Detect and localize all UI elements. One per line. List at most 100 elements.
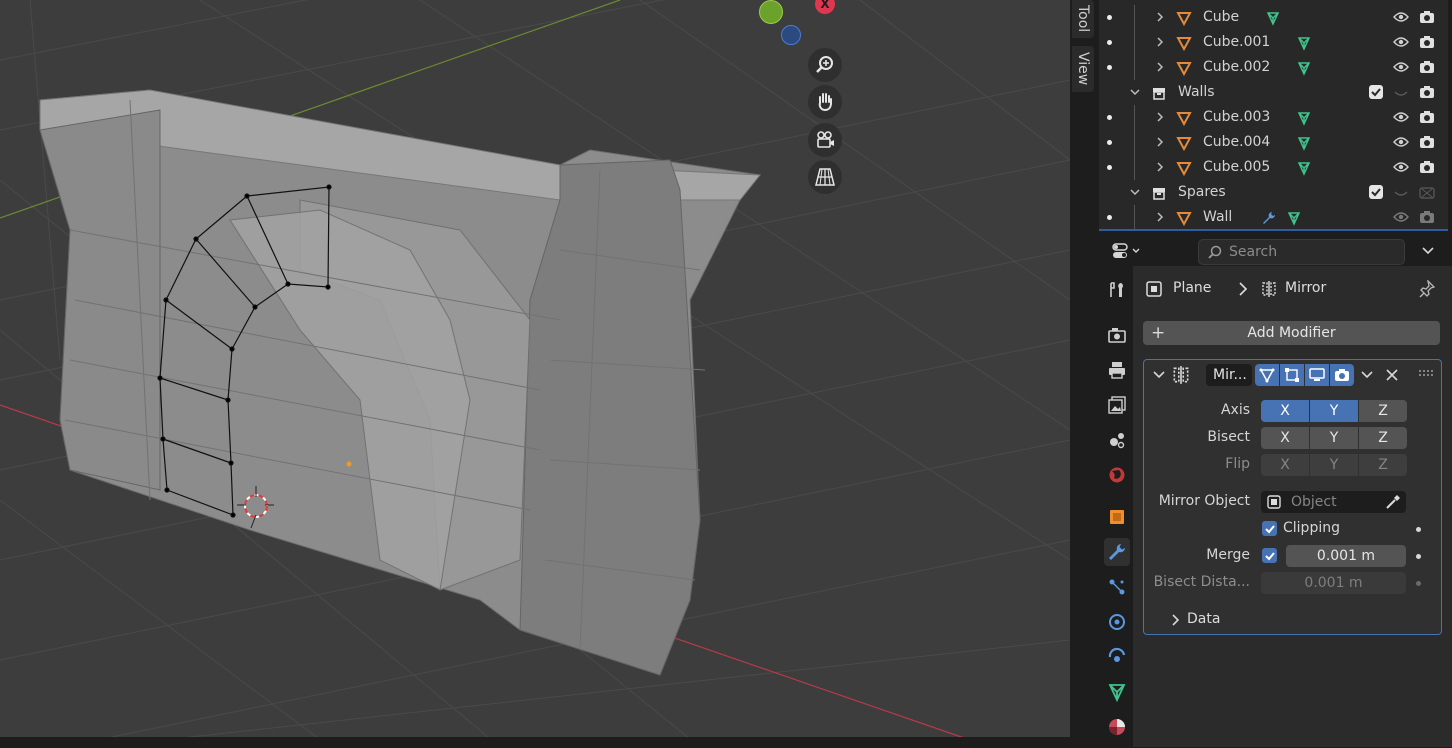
- chevron-right-icon[interactable]: [1154, 136, 1166, 148]
- perspective-toggle-button[interactable]: [808, 160, 842, 194]
- modifier-name-field[interactable]: Mir...: [1206, 364, 1252, 386]
- mesh-data-icon[interactable]: [1296, 60, 1312, 76]
- selection-dot[interactable]: [1107, 165, 1112, 170]
- edit-mode-toggle[interactable]: [1280, 364, 1304, 386]
- chevron-right-icon[interactable]: [1154, 36, 1166, 48]
- selection-dot[interactable]: [1107, 65, 1112, 70]
- selection-dot[interactable]: [1107, 115, 1112, 120]
- add-modifier-button[interactable]: + Add Modifier: [1143, 321, 1440, 345]
- bisect-distance-field[interactable]: 0.001 m: [1261, 572, 1406, 594]
- gizmo-z-ball[interactable]: [781, 25, 801, 45]
- eye-icon[interactable]: [1393, 36, 1409, 48]
- eye-icon[interactable]: [1393, 161, 1409, 173]
- bisect-z-toggle[interactable]: Z: [1359, 427, 1407, 449]
- chevron-down-icon[interactable]: [1129, 86, 1141, 98]
- tab-render[interactable]: [1104, 321, 1130, 349]
- selection-dot[interactable]: [1107, 40, 1112, 45]
- keyframe-dot[interactable]: [1416, 554, 1421, 559]
- close-icon[interactable]: [1385, 368, 1399, 382]
- clipping-checkbox[interactable]: [1262, 521, 1277, 536]
- tab-world[interactable]: [1104, 461, 1130, 489]
- flip-z-toggle[interactable]: Z: [1359, 454, 1407, 476]
- tab-view-layer[interactable]: [1104, 391, 1130, 419]
- tab-scene[interactable]: [1104, 426, 1130, 454]
- render-camera-icon[interactable]: [1419, 60, 1435, 74]
- outliner-row-cube-001[interactable]: Cube.001: [1099, 30, 1448, 55]
- outliner-row-spares[interactable]: Spares: [1099, 180, 1448, 205]
- keyframe-dot[interactable]: [1416, 527, 1421, 532]
- outliner-row-cube-005[interactable]: Cube.005: [1099, 155, 1448, 180]
- render-camera-icon[interactable]: [1419, 135, 1435, 149]
- mesh-data-icon[interactable]: [1296, 35, 1312, 51]
- tab-particles[interactable]: [1104, 573, 1130, 601]
- axis-x-toggle[interactable]: X: [1261, 400, 1309, 422]
- search-input[interactable]: Search: [1198, 239, 1405, 265]
- eye-dim-icon[interactable]: [1393, 86, 1409, 98]
- render-camera-icon[interactable]: [1419, 85, 1435, 99]
- outliner-row-walls[interactable]: Walls: [1099, 80, 1448, 105]
- eye-icon[interactable]: [1393, 111, 1409, 123]
- outliner[interactable]: Cube Cube.001 Cube.002 Walls Cube.003 Cu…: [1099, 0, 1448, 231]
- flip-y-toggle[interactable]: Y: [1310, 454, 1358, 476]
- render-camera-icon[interactable]: [1419, 160, 1435, 174]
- tab-output[interactable]: [1104, 356, 1130, 384]
- render-camera-icon[interactable]: [1419, 10, 1435, 24]
- drag-handle-icon[interactable]: [1418, 369, 1434, 379]
- render-camera-disabled-icon[interactable]: [1419, 185, 1435, 199]
- 3d-viewport[interactable]: X: [0, 0, 1070, 747]
- selection-dot[interactable]: [1107, 15, 1112, 20]
- axis-y-toggle[interactable]: Y: [1310, 400, 1358, 422]
- chevron-right-icon[interactable]: [1154, 11, 1166, 23]
- chevron-right-icon[interactable]: [1154, 61, 1166, 73]
- eye-dim-icon[interactable]: [1393, 186, 1409, 198]
- chevron-down-icon[interactable]: [1360, 368, 1374, 382]
- outliner-row-cube-002[interactable]: Cube.002: [1099, 55, 1448, 80]
- mesh-data-icon[interactable]: [1296, 110, 1312, 126]
- exclude-checkbox[interactable]: [1369, 185, 1383, 199]
- keyframe-dot[interactable]: [1416, 581, 1421, 586]
- tab-physics[interactable]: [1104, 608, 1130, 636]
- selection-dot[interactable]: [1107, 215, 1112, 220]
- eye-icon[interactable]: [1393, 11, 1409, 23]
- render-camera-icon[interactable]: [1419, 35, 1435, 49]
- render-toggle[interactable]: [1330, 364, 1354, 386]
- chevron-down-icon[interactable]: [1129, 186, 1141, 198]
- outliner-row-cube-004[interactable]: Cube.004: [1099, 130, 1448, 155]
- outliner-row-wall[interactable]: Wall: [1099, 205, 1448, 229]
- data-subpanel-header[interactable]: Data: [1168, 610, 1368, 630]
- exclude-checkbox[interactable]: [1369, 85, 1383, 99]
- axis-z-toggle[interactable]: Z: [1359, 400, 1407, 422]
- chevron-down-icon[interactable]: [1421, 244, 1435, 258]
- selection-dot[interactable]: [1107, 140, 1112, 145]
- render-camera-icon[interactable]: [1419, 210, 1435, 224]
- pin-icon[interactable]: [1419, 280, 1435, 298]
- merge-checkbox[interactable]: [1262, 548, 1277, 563]
- viewport-display-toggle[interactable]: [1305, 364, 1329, 386]
- tab-modifiers[interactable]: [1104, 538, 1130, 566]
- flip-x-toggle[interactable]: X: [1261, 454, 1309, 476]
- tab-material[interactable]: [1104, 713, 1130, 741]
- merge-distance-field[interactable]: 0.001 m: [1286, 545, 1406, 567]
- mesh-data-icon[interactable]: [1286, 210, 1302, 226]
- zoom-button[interactable]: [808, 48, 842, 82]
- tab-object[interactable]: [1104, 503, 1130, 531]
- wrench-icon[interactable]: [1261, 210, 1277, 226]
- camera-view-button[interactable]: [808, 123, 842, 157]
- wall-mesh[interactable]: [39, 89, 762, 676]
- eye-icon[interactable]: [1393, 136, 1409, 148]
- properties-editor[interactable]: Search Plane Mirror + Add Modifier Mir..…: [1099, 232, 1452, 748]
- tab-view[interactable]: View: [1072, 46, 1094, 92]
- pan-button[interactable]: [808, 85, 842, 119]
- chevron-right-icon[interactable]: [1154, 161, 1166, 173]
- eye-dim-icon[interactable]: [1393, 211, 1409, 223]
- gizmo-y-ball[interactable]: [759, 0, 783, 24]
- outliner-row-cube[interactable]: Cube: [1099, 5, 1448, 30]
- chevron-down-icon[interactable]: [1152, 368, 1166, 382]
- bisect-y-toggle[interactable]: Y: [1310, 427, 1358, 449]
- tab-constraints[interactable]: [1104, 643, 1130, 671]
- edit-cage-toggle[interactable]: [1255, 364, 1279, 386]
- mesh-data-icon[interactable]: [1296, 135, 1312, 151]
- eyedropper-icon[interactable]: [1385, 494, 1401, 510]
- render-camera-icon[interactable]: [1419, 110, 1435, 124]
- eye-icon[interactable]: [1393, 61, 1409, 73]
